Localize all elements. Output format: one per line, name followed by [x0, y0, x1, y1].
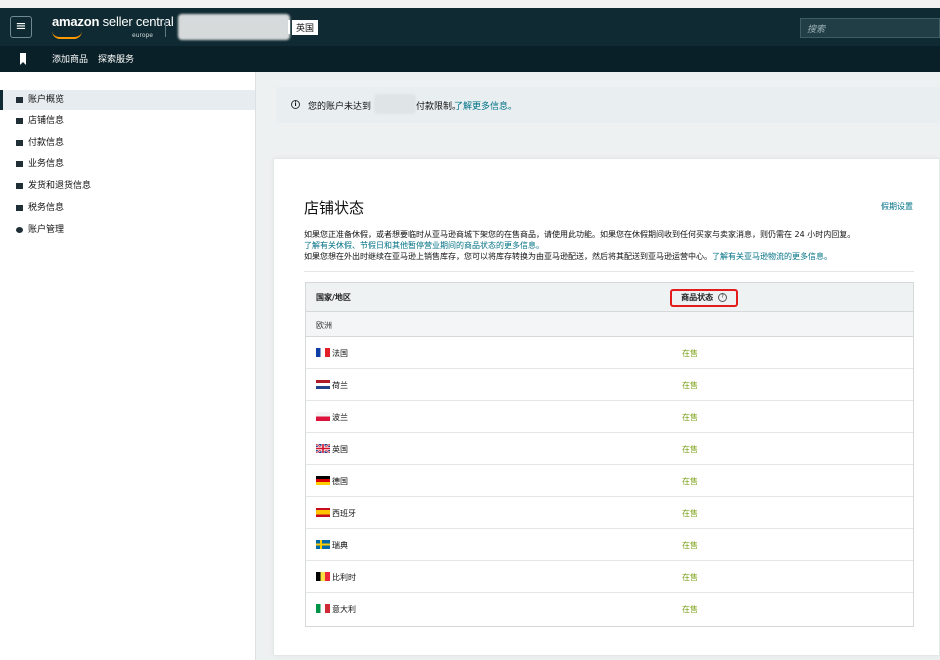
status-text: 在售 — [682, 413, 698, 422]
sidebar-item-label: 付款信息 — [28, 138, 65, 148]
status-text: 在售 — [682, 445, 698, 454]
table-row: 意大利 在售 — [306, 593, 913, 625]
sweden-flag-icon — [316, 540, 330, 549]
status-table: 国家/地区 商品状态 ? 欧洲 法国 在售 荷兰 在售 波兰 在售 英国 在售 … — [305, 282, 914, 627]
column-header-status[interactable]: 商品状态 ? — [670, 289, 738, 307]
sidebar-item-store-info[interactable]: 店铺信息 — [0, 111, 255, 131]
column-header-status-label: 商品状态 — [681, 293, 714, 302]
nav-bar: 添加商品 探索服务 — [0, 46, 940, 72]
nav-add-product[interactable]: 添加商品 — [52, 52, 88, 65]
fba-description: 如果您想在外出时继续在亚马逊上销售库存，您可以将库存转换为由亚马逊配送，然后将其… — [304, 251, 832, 262]
uk-flag-icon — [316, 444, 330, 453]
sidebar-item-label: 税务信息 — [28, 203, 65, 213]
store-status-card: 店铺状态 假期设置 如果您正准备休假，或者想要临时从亚马逊商城下架您的在售商品，… — [273, 158, 940, 656]
group-label: 欧洲 — [316, 321, 332, 330]
description-text: 如果您正准备休假，或者想要临时从亚马逊商城下架您的在售商品，请使用此功能。如果您… — [304, 230, 856, 239]
spain-flag-icon — [316, 508, 330, 517]
redacted-account-name — [178, 14, 290, 40]
sidebar-item-label: 账户管理 — [28, 225, 65, 235]
gear-icon — [16, 227, 23, 233]
germany-flag-icon — [316, 476, 330, 485]
marketplace-selector[interactable]: 英国 — [292, 20, 319, 35]
italy-flag-icon — [316, 604, 330, 613]
learn-more-link[interactable]: 了解更多信息。 — [454, 99, 517, 112]
sidebar-item-tax-info[interactable]: 税务信息 — [0, 198, 255, 218]
sidebar-item-label: 店铺信息 — [28, 116, 65, 126]
card-icon — [16, 140, 23, 146]
belgium-flag-icon — [316, 572, 330, 581]
poland-flag-icon — [316, 412, 330, 421]
sidebar-item-account-management[interactable]: 账户管理 — [0, 220, 255, 240]
sidebar-item-shipping-returns[interactable]: 发货和退货信息 — [0, 176, 255, 196]
tax-icon — [16, 205, 23, 211]
hamburger-menu-icon[interactable]: ≡ — [10, 16, 32, 38]
grid-icon — [16, 97, 23, 103]
holiday-info-link[interactable]: 了解有关休假、节假日和其他暂停营业期间的商品状态的更多信息。 — [304, 240, 544, 251]
table-row: 荷兰 在售 — [306, 369, 913, 401]
fba-text: 如果您想在外出时继续在亚马逊上销售库存，您可以将库存转换为由亚马逊配送，然后将其… — [304, 252, 712, 261]
info-icon: i — [291, 100, 300, 109]
table-row: 瑞典 在售 — [306, 529, 913, 561]
status-text: 在售 — [682, 573, 698, 582]
country-name: 瑞典 — [332, 541, 348, 550]
table-header: 国家/地区 商品状态 ? — [306, 283, 913, 312]
sidebar-item-label: 账户概览 — [28, 95, 65, 105]
notice-text-before: 您的账户未达到 — [308, 102, 372, 112]
truck-icon — [16, 183, 23, 189]
table-row: 西班牙 在售 — [306, 497, 913, 529]
vacation-settings-link[interactable]: 假期设置 — [881, 201, 913, 212]
top-header: ≡ amazon seller central europe 英国 搜索 — [0, 0, 940, 46]
country-name: 荷兰 — [332, 381, 348, 390]
table-row: 英国 在售 — [306, 433, 913, 465]
france-flag-icon — [316, 348, 330, 357]
country-name: 波兰 — [332, 413, 348, 422]
store-icon — [16, 118, 23, 124]
notice-banner: i 您的账户未达到 付款限制。 了解更多信息。 — [276, 87, 940, 123]
sidebar: 账户概览 店铺信息 付款信息 业务信息 发货和退货信息 税务信息 账户管理 — [0, 72, 256, 660]
country-name: 英国 — [332, 445, 348, 454]
netherlands-flag-icon — [316, 380, 330, 389]
status-text: 在售 — [682, 477, 698, 486]
group-row-europe: 欧洲 — [306, 312, 913, 337]
logo-region: europe — [132, 32, 153, 39]
column-header-country: 国家/地区 — [316, 293, 351, 302]
holiday-info-link-text: 了解有关休假、节假日和其他暂停营业期间的商品状态的更多信息。 — [304, 241, 544, 250]
page-title: 店铺状态 — [304, 199, 365, 217]
sidebar-item-label: 业务信息 — [28, 159, 65, 169]
fba-learn-more-link[interactable]: 了解有关亚马逊物流的更多信息。 — [712, 252, 832, 261]
redacted-amount — [374, 94, 416, 114]
sidebar-item-label: 发货和退货信息 — [28, 181, 92, 191]
sidebar-item-business-info[interactable]: 业务信息 — [0, 154, 255, 174]
nav-explore-services[interactable]: 探索服务 — [98, 52, 134, 65]
table-row: 比利时 在售 — [306, 561, 913, 593]
bookmark-icon[interactable] — [20, 53, 26, 65]
seller-central-logo[interactable]: amazon seller central — [52, 14, 174, 29]
status-text: 在售 — [682, 605, 698, 614]
logo-prefix: amazon — [52, 14, 100, 29]
search-input[interactable]: 搜索 — [800, 18, 940, 38]
status-text: 在售 — [682, 349, 698, 358]
status-text: 在售 — [682, 381, 698, 390]
status-text: 在售 — [682, 541, 698, 550]
logo-suffix: seller central — [102, 14, 174, 29]
table-row: 法国 在售 — [306, 337, 913, 369]
table-row: 波兰 在售 — [306, 401, 913, 433]
building-icon — [16, 161, 23, 167]
help-icon[interactable]: ? — [717, 293, 727, 302]
status-text: 在售 — [682, 509, 698, 518]
country-name: 意大利 — [332, 605, 356, 614]
header-divider — [165, 19, 166, 37]
marketplace-flag-icon — [288, 20, 290, 34]
sidebar-item-payment-info[interactable]: 付款信息 — [0, 133, 255, 153]
country-name: 法国 — [332, 349, 348, 358]
sidebar-item-account-overview[interactable]: 账户概览 — [0, 90, 255, 110]
country-name: 德国 — [332, 477, 348, 486]
amazon-smile-icon — [52, 31, 82, 39]
table-row: 德国 在售 — [306, 465, 913, 497]
divider — [304, 271, 914, 272]
country-name: 西班牙 — [332, 509, 356, 518]
country-name: 比利时 — [332, 573, 356, 582]
